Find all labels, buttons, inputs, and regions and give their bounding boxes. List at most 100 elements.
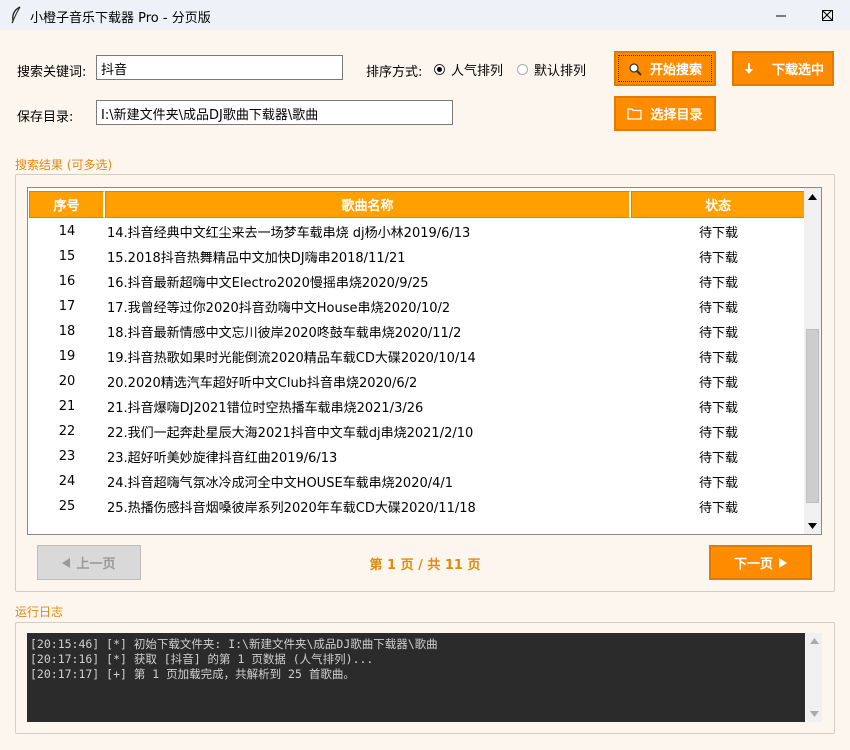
table-row[interactable]: 20 20.2020精选汽车超好听中文Club抖音串烧2020/6/2 待下载 [29, 369, 806, 394]
row-status: 待下载 [698, 376, 738, 391]
save-dir-input[interactable]: I:\新建文件夹\成品DJ歌曲下载器\歌曲 [96, 100, 453, 125]
log-scroll-up-arrow[interactable] [806, 633, 822, 649]
row-status: 待下载 [698, 226, 738, 241]
scroll-up-arrow[interactable] [804, 188, 821, 205]
triangle-down-icon [809, 711, 819, 717]
table-row[interactable]: 15 15.2018抖音热舞精品中文加快DJ嗨串2018/11/21 待下载 [29, 244, 806, 269]
page-indicator: 第 1 页 / 共 11 页 [369, 558, 481, 573]
log-scroll-down-arrow[interactable] [806, 706, 822, 722]
keyword-input[interactable]: 抖音 [96, 55, 343, 80]
scroll-down-arrow[interactable] [804, 517, 821, 534]
triangle-up-icon [808, 193, 817, 200]
keyword-label: 搜索关键词: [17, 65, 87, 80]
row-status: 待下载 [698, 501, 738, 516]
feather-icon [11, 6, 21, 24]
sort-popular-radio[interactable]: 人气排列 [434, 60, 503, 79]
window-title: 小橙子音乐下载器 Pro - 分页版 [30, 11, 211, 26]
close-icon [821, 9, 832, 20]
log-scrollbar[interactable] [806, 633, 822, 722]
row-number: 14 [58, 224, 76, 239]
results-scrollbar[interactable] [804, 188, 821, 534]
search-icon [629, 62, 642, 76]
table-row[interactable]: 23 23.超好听美妙旋律抖音红曲2019/6/13 待下载 [29, 444, 806, 469]
row-number: 18 [58, 324, 76, 339]
choose-dir-button[interactable]: 选择目录 [614, 96, 716, 131]
minimize-icon [775, 15, 786, 16]
row-song-name: 19.抖音热歌如果时光能倒流2020精品车载CD大碟2020/10/14 [107, 351, 476, 366]
row-number: 20 [58, 374, 76, 389]
log-text-area[interactable]: [20:15:46] [*] 初始下载文件夹: I:\新建文件夹\成品DJ歌曲下… [27, 633, 805, 722]
row-song-name: 22.我们一起奔赴星辰大海2021抖音中文车载dj串烧2021/2/10 [107, 426, 474, 441]
row-song-name: 23.超好听美妙旋律抖音红曲2019/6/13 [107, 451, 338, 466]
next-page-label: 下一页 [733, 557, 773, 572]
table-row[interactable]: 21 21.抖音爆嗨DJ2021错位时空热播车载串烧2021/3/26 待下载 [29, 394, 806, 419]
sort-default-radio[interactable]: 默认排列 [517, 60, 586, 79]
search-button[interactable]: 开始搜索 [614, 51, 716, 86]
row-status: 待下载 [698, 251, 738, 266]
row-number: 15 [58, 249, 76, 264]
save-dir-label: 保存目录: [17, 110, 74, 125]
close-button[interactable] [804, 0, 850, 30]
log-line: [20:15:46] [*] 初始下载文件夹: I:\新建文件夹\成品DJ歌曲下… [30, 637, 438, 651]
search-button-label: 开始搜索 [649, 63, 702, 78]
row-status: 待下载 [698, 326, 738, 341]
table-row[interactable]: 19 19.抖音热歌如果时光能倒流2020精品车载CD大碟2020/10/14 待下… [29, 344, 806, 369]
row-song-name: 16.抖音最新超嗨中文Electro2020慢摇串烧2020/9/25 [107, 276, 429, 291]
table-row[interactable]: 24 24.抖音超嗨气氛冰冷成河全中文HOUSE车载串烧2020/4/1 待下载 [29, 469, 806, 494]
triangle-down-icon [808, 522, 817, 529]
row-song-name: 20.2020精选汽车超好听中文Club抖音串烧2020/6/2 [107, 376, 418, 391]
column-header-no[interactable]: 序号 [29, 191, 105, 218]
download-button-label: 下载选中 [771, 63, 824, 78]
choose-dir-label: 选择目录 [650, 108, 703, 123]
row-status: 待下载 [698, 301, 738, 316]
minimize-button[interactable] [758, 0, 804, 30]
download-selected-button[interactable]: 下载选中 [732, 51, 834, 86]
row-song-name: 24.抖音超嗨气氛冰冷成河全中文HOUSE车载串烧2020/4/1 [107, 476, 454, 491]
triangle-left-icon [62, 557, 71, 568]
table-body: 14 14.抖音经典中文红尘来去一场梦车载串烧 dj杨小林2019/6/13 待下载… [29, 219, 806, 519]
triangle-up-icon [809, 638, 819, 644]
radio-unselected-icon [517, 64, 528, 75]
row-song-name: 15.2018抖音热舞精品中文加快DJ嗨串2018/11/21 [107, 251, 406, 266]
table-row[interactable]: 17 17.我曾经等过你2020抖音劲嗨中文House串烧2020/10/2 待下载 [29, 294, 806, 319]
table-row[interactable]: 22 22.我们一起奔赴星辰大海2021抖音中文车载dj串烧2021/2/10 待下… [29, 419, 806, 444]
results-table[interactable]: 序号 歌曲名称 状态 14 14.抖音经典中文红尘来去一场梦车载串烧 dj杨小林2… [27, 187, 822, 535]
title-bar: 小橙子音乐下载器 Pro - 分页版 [0, 0, 850, 30]
row-song-name: 18.抖音最新情感中文忘川彼岸2020咚鼓车载串烧2020/11/2 [107, 326, 462, 341]
column-header-status[interactable]: 状态 [631, 191, 806, 218]
row-status: 待下载 [698, 451, 738, 466]
row-number: 21 [58, 399, 76, 414]
row-number: 25 [58, 499, 76, 514]
row-number: 19 [58, 349, 76, 364]
row-status: 待下载 [698, 401, 738, 416]
row-number: 24 [58, 474, 76, 489]
results-group-title: 搜索结果 (可多选) [15, 158, 113, 172]
radio-selected-icon [434, 64, 445, 75]
row-status: 待下载 [698, 426, 738, 441]
prev-page-button[interactable]: 上一页 [37, 545, 141, 580]
folder-icon [627, 108, 643, 120]
sort-label: 排序方式: [366, 65, 423, 80]
row-song-name: 21.抖音爆嗨DJ2021错位时空热播车载串烧2021/3/26 [107, 401, 424, 416]
next-page-button[interactable]: 下一页 [709, 545, 812, 580]
row-number: 22 [58, 424, 76, 439]
table-row[interactable]: 14 14.抖音经典中文红尘来去一场梦车载串烧 dj杨小林2019/6/13 待下载 [29, 219, 806, 244]
row-number: 23 [58, 449, 76, 464]
log-line: [20:17:16] [*] 获取 [抖音] 的第 1 页数据 (人气排列)..… [30, 652, 374, 666]
scroll-thumb[interactable] [806, 328, 819, 504]
table-row[interactable]: 16 16.抖音最新超嗨中文Electro2020慢摇串烧2020/9/25 待下载 [29, 269, 806, 294]
row-status: 待下载 [698, 476, 738, 491]
row-number: 17 [58, 299, 76, 314]
download-arrow-icon [745, 62, 753, 74]
sort-default-label: 默认排列 [534, 64, 587, 79]
log-group-title: 运行日志 [15, 605, 64, 619]
row-number: 16 [58, 274, 76, 289]
table-row[interactable]: 18 18.抖音最新情感中文忘川彼岸2020咚鼓车载串烧2020/11/2 待下载 [29, 319, 806, 344]
row-status: 待下载 [698, 351, 738, 366]
sort-popular-label: 人气排列 [451, 64, 504, 79]
row-status: 待下载 [698, 276, 738, 291]
table-row[interactable]: 25 25.热播伤感抖音烟嗓彼岸系列2020年车载CD大碟2020/11/18 待下… [29, 494, 806, 519]
row-song-name: 14.抖音经典中文红尘来去一场梦车载串烧 dj杨小林2019/6/13 [107, 226, 471, 241]
triangle-right-icon [779, 557, 787, 568]
column-header-name[interactable]: 歌曲名称 [105, 191, 631, 218]
